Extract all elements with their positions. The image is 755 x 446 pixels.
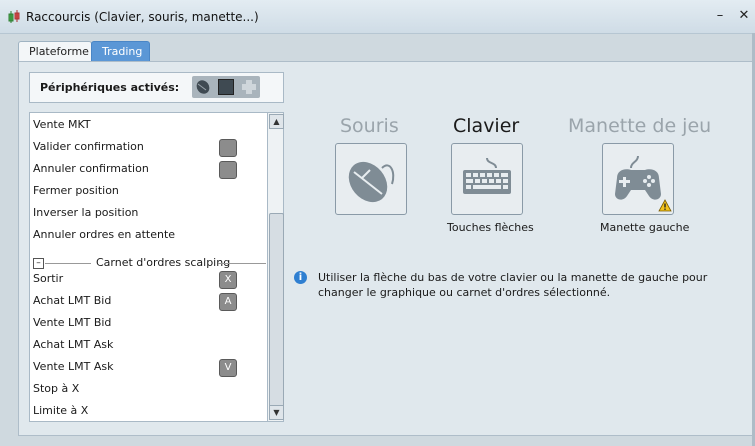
shortcut-key-slot[interactable]: [219, 161, 237, 179]
warning-icon: [658, 199, 672, 212]
scroll-thumb[interactable]: [269, 213, 284, 407]
list-item[interactable]: Limite à X: [30, 400, 268, 421]
shortcut-list[interactable]: Vente MKT Valider confirmation Annuler c…: [29, 112, 268, 422]
shortcut-key-slot[interactable]: X: [219, 271, 237, 289]
keyboard-caption: Touches flèches: [447, 221, 534, 234]
keyboard-tile[interactable]: [451, 143, 523, 215]
window-title: Raccourcis (Clavier, souris, manette...): [26, 10, 259, 24]
tab-plateforme[interactable]: Plateforme: [18, 41, 92, 62]
list-scrollbar[interactable]: ▲ ▼: [267, 112, 284, 422]
list-item[interactable]: Annuler confirmation: [30, 158, 268, 180]
gamepad-caption: Manette gauche: [600, 221, 690, 234]
mouse-toggle-icon[interactable]: [195, 79, 211, 95]
active-devices-bar: Périphériques activés:: [29, 72, 284, 103]
shortcut-key-slot[interactable]: A: [219, 293, 237, 311]
gamepad-title: Manette de jeu: [568, 115, 712, 137]
list-item[interactable]: Sortir X: [30, 268, 268, 290]
gamepad-tile[interactable]: [602, 143, 674, 215]
list-item[interactable]: Annuler ordres en attente: [30, 224, 268, 246]
mouse-icon: [348, 161, 395, 203]
shortcut-key-slot[interactable]: V: [219, 359, 237, 377]
close-icon[interactable]: ✕: [737, 9, 751, 23]
minimize-icon[interactable]: –: [713, 9, 727, 23]
mouse-title: Souris: [340, 115, 399, 137]
mouse-tile[interactable]: [335, 143, 407, 215]
keyboard-icon: [463, 157, 511, 194]
shortcut-key-slot[interactable]: [219, 139, 237, 157]
list-item[interactable]: Vente LMT Bid: [30, 312, 268, 334]
candlestick-app-icon: [8, 10, 20, 23]
list-item[interactable]: Achat LMT Ask: [30, 334, 268, 356]
keyboard-title: Clavier: [453, 115, 520, 137]
list-item[interactable]: Inverser la position: [30, 202, 268, 224]
info-icon: i: [294, 271, 307, 284]
list-item[interactable]: Stop à X: [30, 378, 268, 400]
active-devices-toggles: [192, 76, 260, 98]
active-devices-label: Périphériques activés:: [40, 81, 180, 94]
list-item[interactable]: Valider confirmation: [30, 136, 268, 158]
info-text: Utiliser la flèche du bas de votre clavi…: [318, 271, 708, 299]
gamepad-toggle-icon[interactable]: [241, 79, 257, 95]
scroll-up-icon[interactable]: ▲: [269, 114, 284, 129]
list-item[interactable]: Vente MKT: [30, 114, 268, 136]
list-item[interactable]: Fermer position: [30, 180, 268, 202]
tab-trading[interactable]: Trading: [91, 41, 150, 62]
keyboard-toggle-icon[interactable]: [218, 79, 234, 95]
title-bar: Raccourcis (Clavier, souris, manette...)…: [0, 0, 755, 34]
list-item[interactable]: Achat LMT Bid A: [30, 290, 268, 312]
scroll-down-icon[interactable]: ▼: [269, 405, 284, 420]
list-item[interactable]: Vente LMT Ask V: [30, 356, 268, 378]
